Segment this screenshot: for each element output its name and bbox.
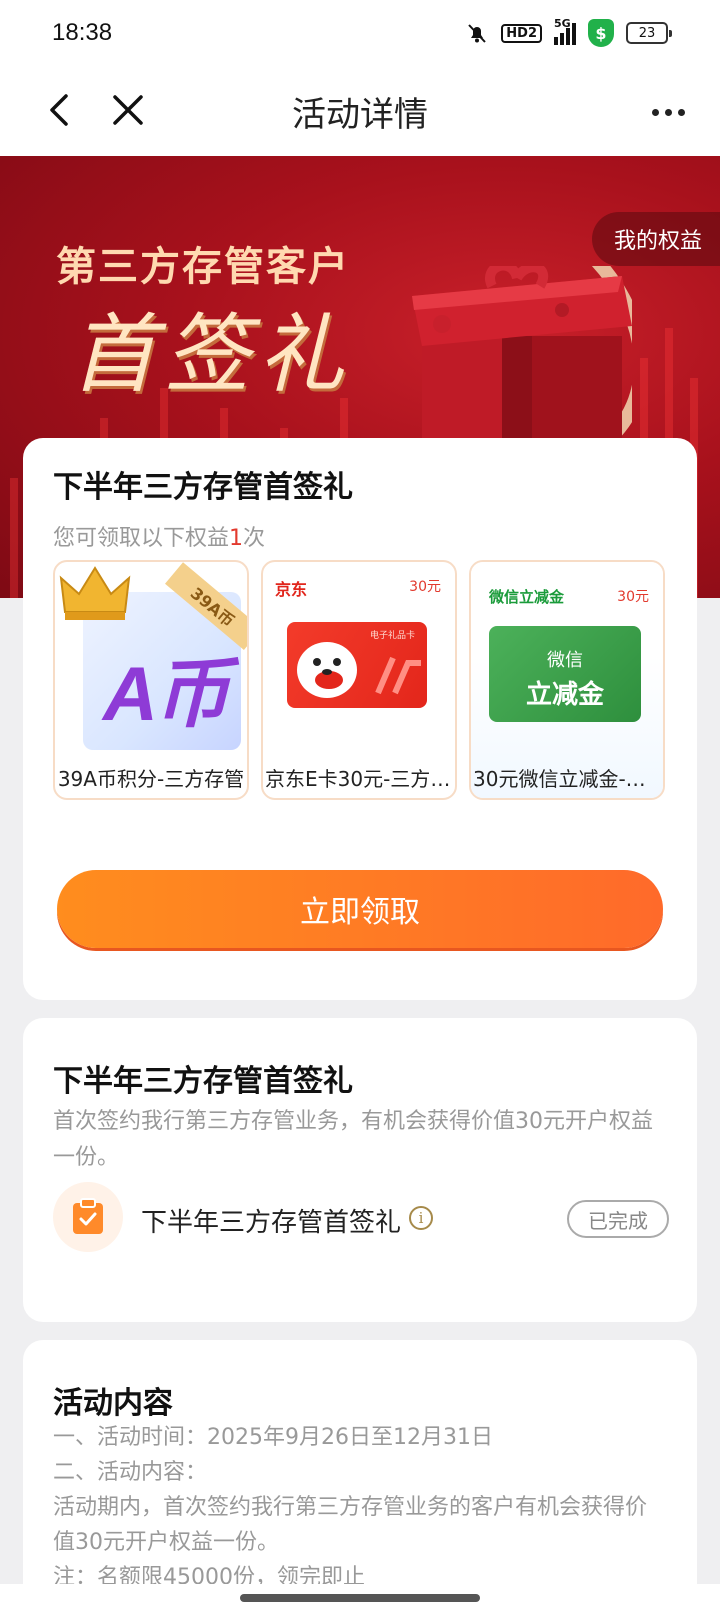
crown-icon	[59, 566, 131, 620]
more-dot-icon	[664, 108, 672, 116]
clipboard-check-icon	[53, 1182, 123, 1252]
subtitle-count: 1	[229, 526, 244, 551]
jd-gift-card-image: 电子礼品卡	[287, 622, 427, 708]
activity-content-text: 一、活动时间：2025年9月26日至12月31日 二、活动内容： 活动期内，首次…	[53, 1420, 663, 1595]
more-button[interactable]	[646, 90, 690, 134]
nav-bar: 活动详情	[0, 66, 720, 156]
claim-now-button[interactable]: 立即领取	[57, 870, 663, 948]
signal-icon: 5G	[554, 17, 576, 45]
task-card-title: 下半年三方存管首签礼	[53, 1064, 353, 1099]
close-icon	[113, 95, 143, 125]
reward-name: 39A币积分-三方存管	[57, 767, 245, 791]
home-bar[interactable]	[240, 1594, 480, 1602]
task-description: 首次签约我行第三方存管业务，有机会获得价值30元开户权益一份。	[53, 1109, 653, 1170]
reward-price: 30元	[617, 589, 649, 605]
wechat-voucher-image: 微信 立减金	[489, 626, 641, 722]
gift-box-icon	[412, 266, 632, 466]
task-name: 下半年三方存管首签礼	[141, 1208, 402, 1238]
content-line: 二、活动内容：	[53, 1460, 208, 1485]
wechat-card-line2: 立减金	[525, 680, 604, 710]
acoin-logo: A币	[103, 652, 230, 737]
content-line: 活动期内，首次签约我行第三方存管业务的客户有机会获得价值30元开户权益一份。	[53, 1495, 648, 1555]
status-badge: 已完成	[567, 1200, 669, 1238]
status-icons: HD2 5G $ 23	[465, 17, 672, 47]
reward-item-wechat-voucher[interactable]: 微信立减金 30元 微信 立减金 30元微信立减金-三方存管	[469, 560, 665, 800]
reward-item-acoin[interactable]: A币 39A币 39A币积分-三方存管	[53, 560, 249, 800]
mute-bell-icon	[468, 24, 487, 43]
info-icon[interactable]: i	[409, 1206, 433, 1230]
activity-content-card: 活动内容 一、活动时间：2025年9月26日至12月31日 二、活动内容： 活动…	[23, 1340, 697, 1612]
subtitle-prefix: 您可领取以下权益	[53, 526, 230, 551]
back-button[interactable]	[38, 88, 82, 132]
jd-brand-logo: 京东	[275, 580, 308, 599]
close-button[interactable]	[106, 88, 150, 132]
reward-name: 30元微信立减金-三方存管	[473, 767, 663, 791]
wechat-card-line1: 微信	[547, 650, 583, 671]
banner-title: 首签礼	[70, 305, 352, 405]
content-line: 一、活动时间：2025年9月26日至12月31日	[53, 1425, 493, 1450]
rewards-card: 下半年三方存管首签礼 您可领取以下权益1次 A币 39A币 39A币积分-三方存…	[23, 438, 697, 1000]
reward-item-jd-card[interactable]: 京东 30元 电子礼品卡 京东E卡30元-三方存管	[261, 560, 457, 800]
more-dot-icon	[651, 108, 659, 116]
battery-icon: 23	[626, 22, 672, 44]
task-card: 下半年三方存管首签礼 首次签约我行第三方存管业务，有机会获得价值30元开户权益一…	[23, 1018, 697, 1322]
home-indicator	[0, 1584, 720, 1612]
reward-price: 30元	[409, 579, 441, 595]
more-dot-icon	[677, 108, 685, 116]
jd-mascot-icon	[297, 642, 357, 698]
jd-card-decoration	[375, 656, 421, 695]
jd-card-label: 电子礼品卡	[369, 631, 415, 641]
reward-name: 京东E卡30元-三方存管	[265, 767, 455, 791]
status-time: 18:38	[52, 19, 113, 46]
network-label: 5G	[554, 17, 571, 30]
rewards-card-subtitle: 您可领取以下权益1次	[53, 520, 265, 552]
chevron-left-icon	[50, 94, 68, 126]
wechat-brand-label: 微信立减金	[489, 588, 565, 606]
rewards-card-title: 下半年三方存管首签礼	[53, 470, 353, 505]
status-bar: 18:38 HD2 5G $ 23	[0, 0, 720, 66]
my-rights-button[interactable]: 我的权益	[591, 212, 720, 266]
activity-content-title: 活动内容	[53, 1386, 173, 1421]
subtitle-suffix: 次	[243, 526, 266, 551]
hd-icon: HD2	[501, 23, 542, 43]
security-shield-icon: $	[588, 19, 614, 47]
